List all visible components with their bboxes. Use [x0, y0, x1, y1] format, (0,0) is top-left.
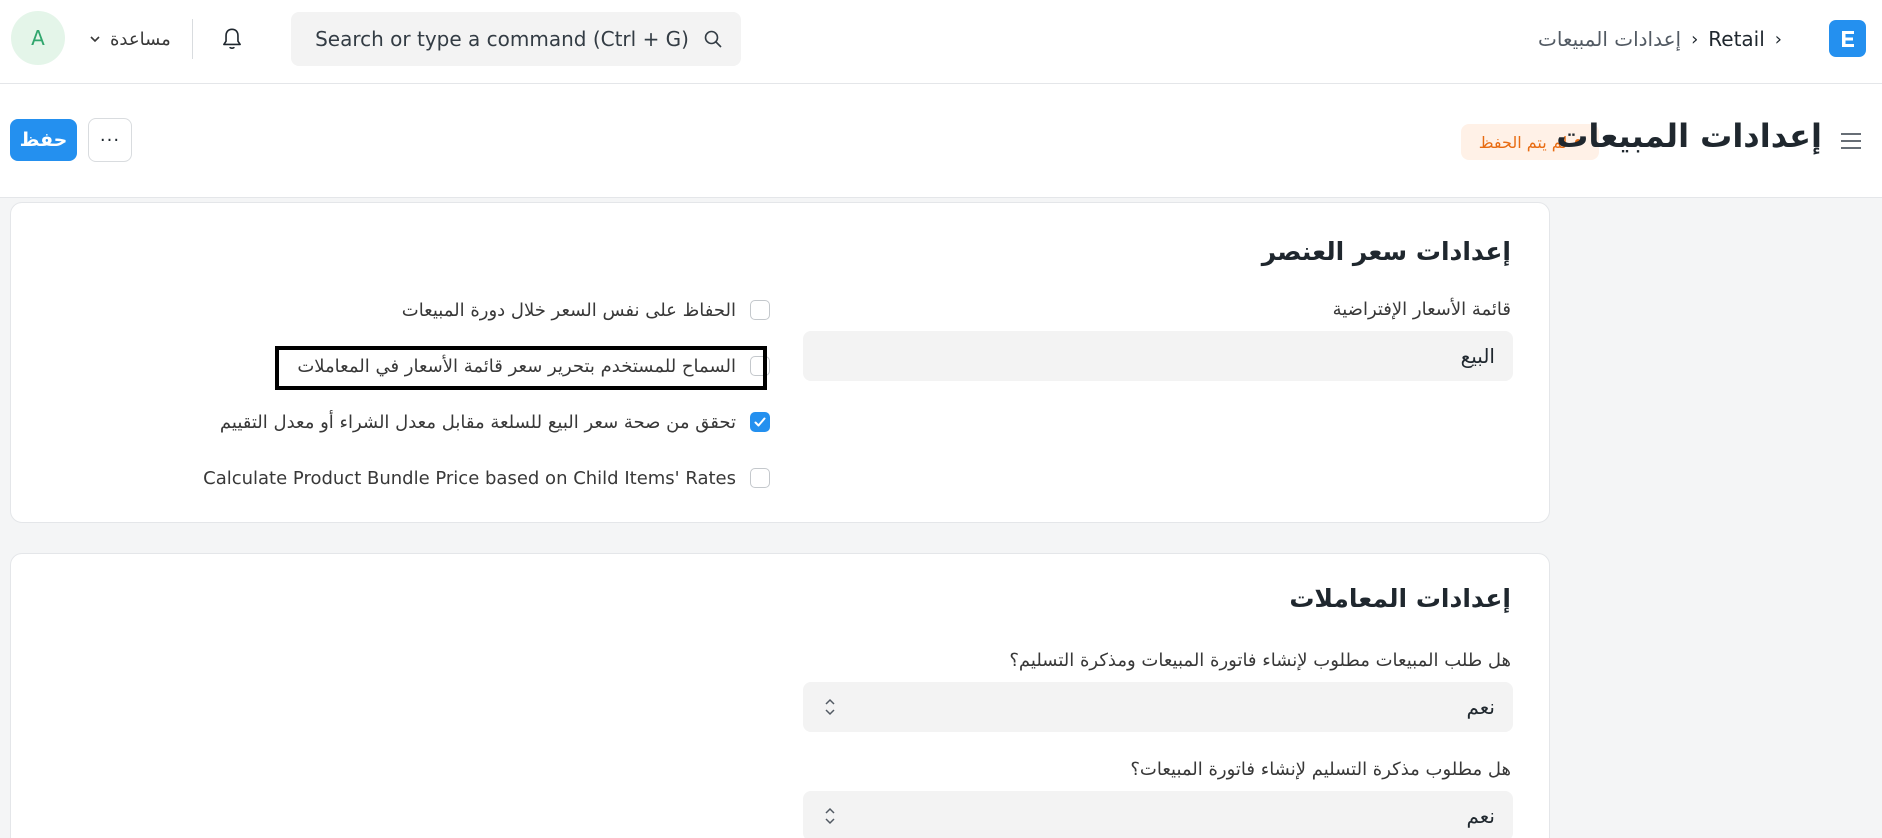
help-label: مساعدة — [110, 28, 171, 50]
breadcrumb-separator-icon: › — [1691, 28, 1699, 50]
search-bar[interactable]: Search or type a command (Ctrl + G) — [291, 12, 741, 66]
dn-required-label: هل مطلوب مذكرة التسليم لإنشاء فاتورة الم… — [1130, 759, 1511, 780]
checkmark-icon — [754, 417, 766, 427]
page-head: حفظ ··· لم يتم الحفظ إعدادات المبيعات — [0, 84, 1882, 198]
dn-required-select[interactable]: نعم — [803, 791, 1513, 838]
page-title: إعدادات المبيعات — [1556, 117, 1822, 155]
default-price-list-label: قائمة الأسعار الإفتراضية — [1332, 299, 1511, 320]
default-price-list-field[interactable]: البيع — [803, 331, 1513, 381]
more-actions-button[interactable]: ··· — [88, 118, 132, 162]
so-required-select[interactable]: نعم — [803, 682, 1513, 732]
checkbox-row-allow-edit-price-list-rate: السماح للمستخدم بتحرير سعر قائمة الأسعار… — [297, 351, 770, 381]
sidebar-toggle-icon[interactable] — [1838, 128, 1864, 154]
breadcrumb-retail[interactable]: Retail — [1708, 27, 1765, 51]
checkbox-row-maintain-same-rate: الحفاظ على نفس السعر خلال دورة المبيعات — [402, 295, 770, 325]
select-updown-icon — [825, 698, 835, 716]
allow-edit-price-list-rate-checkbox[interactable] — [750, 356, 770, 376]
user-avatar[interactable]: A — [11, 11, 65, 65]
calculate-bundle-price-checkbox[interactable] — [750, 468, 770, 488]
navbar: A مساعدة Search or type a command (Ctrl … — [0, 0, 1882, 84]
checkbox-row-calculate-bundle-price: Calculate Product Bundle Price based on … — [203, 463, 770, 493]
transaction-settings-card: إعدادات المعاملات هل طلب المبيعات مطلوب … — [10, 553, 1550, 838]
search-icon — [704, 30, 722, 48]
breadcrumb-separator-icon: › — [1774, 28, 1782, 50]
notifications-bell-icon[interactable] — [217, 24, 247, 54]
maintain-same-rate-checkbox[interactable] — [750, 300, 770, 320]
dn-required-value: نعم — [1466, 804, 1495, 828]
so-required-value: نعم — [1466, 695, 1495, 719]
validate-selling-price-checkbox[interactable] — [750, 412, 770, 432]
section-title-item-price: إعدادات سعر العنصر — [1261, 237, 1511, 266]
checkbox-row-validate-selling-price: تحقق من صحة سعر البيع للسلعة مقابل معدل … — [220, 407, 770, 437]
status-text: لم يتم الحفظ — [1478, 132, 1568, 152]
search-placeholder: Search or type a command (Ctrl + G) — [315, 27, 689, 51]
default-price-list-value: البيع — [1460, 344, 1495, 368]
select-updown-icon — [825, 807, 835, 825]
checkbox-label: Calculate Product Bundle Price based on … — [203, 467, 736, 489]
breadcrumb-selling-settings[interactable]: إعدادات المبيعات — [1538, 27, 1681, 51]
save-button[interactable]: حفظ — [10, 119, 77, 161]
chevron-down-icon — [90, 36, 100, 43]
item-price-settings-card: إعدادات سعر العنصر قائمة الأسعار الإفترا… — [10, 202, 1550, 523]
checkbox-label: تحقق من صحة سعر البيع للسلعة مقابل معدل … — [219, 411, 736, 433]
help-dropdown[interactable]: مساعدة — [88, 24, 171, 54]
so-required-label: هل طلب المبيعات مطلوب لإنشاء فاتورة المب… — [1009, 650, 1511, 671]
checkbox-label: السماح للمستخدم بتحرير سعر قائمة الأسعار… — [297, 355, 736, 377]
navbar-divider — [192, 19, 193, 59]
breadcrumb: › Retail › إعدادات المبيعات — [1538, 22, 1782, 56]
app-logo-icon[interactable] — [1829, 20, 1866, 57]
checkbox-label: الحفاظ على نفس السعر خلال دورة المبيعات — [401, 299, 736, 321]
section-title-transactions: إعدادات المعاملات — [1289, 584, 1511, 613]
